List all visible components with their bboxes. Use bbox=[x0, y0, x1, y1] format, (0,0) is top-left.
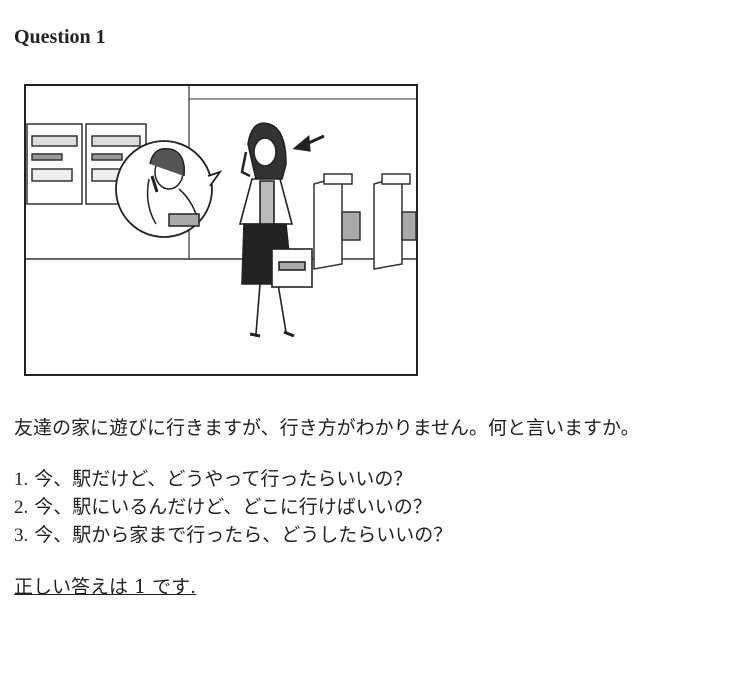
choice-1: 1. 今、駅だけど、どうやって行ったらいいの？ bbox=[14, 465, 452, 493]
answer-choices: 1. 今、駅だけど、どうやって行ったらいいの？ 2. 今、駅にいるんだけど、どこ… bbox=[14, 465, 452, 549]
question-prompt: 友達の家に遊びに行きますが、行き方がわかりません。何と言いますか。 bbox=[14, 417, 640, 439]
choice-text: 今、駅から家まで行ったら、どうしたらいいの？ bbox=[34, 524, 453, 546]
choice-number: 3. bbox=[14, 525, 29, 546]
question-title: Question 1 bbox=[14, 26, 106, 48]
choice-number: 1. bbox=[14, 469, 29, 490]
choice-2: 2. 今、駅にいるんだけど、どこに行けばいいの？ bbox=[14, 493, 452, 521]
choice-3: 3. 今、駅から家まで行ったら、どうしたらいいの？ bbox=[14, 521, 452, 549]
choice-text: 今、駅にいるんだけど、どこに行けばいいの？ bbox=[34, 496, 432, 518]
choice-number: 2. bbox=[14, 497, 29, 518]
illustration bbox=[24, 84, 418, 376]
choice-text: 今、駅だけど、どうやって行ったらいいの？ bbox=[34, 468, 413, 490]
correct-answer: 正しい答えは 1 です. bbox=[14, 576, 197, 598]
